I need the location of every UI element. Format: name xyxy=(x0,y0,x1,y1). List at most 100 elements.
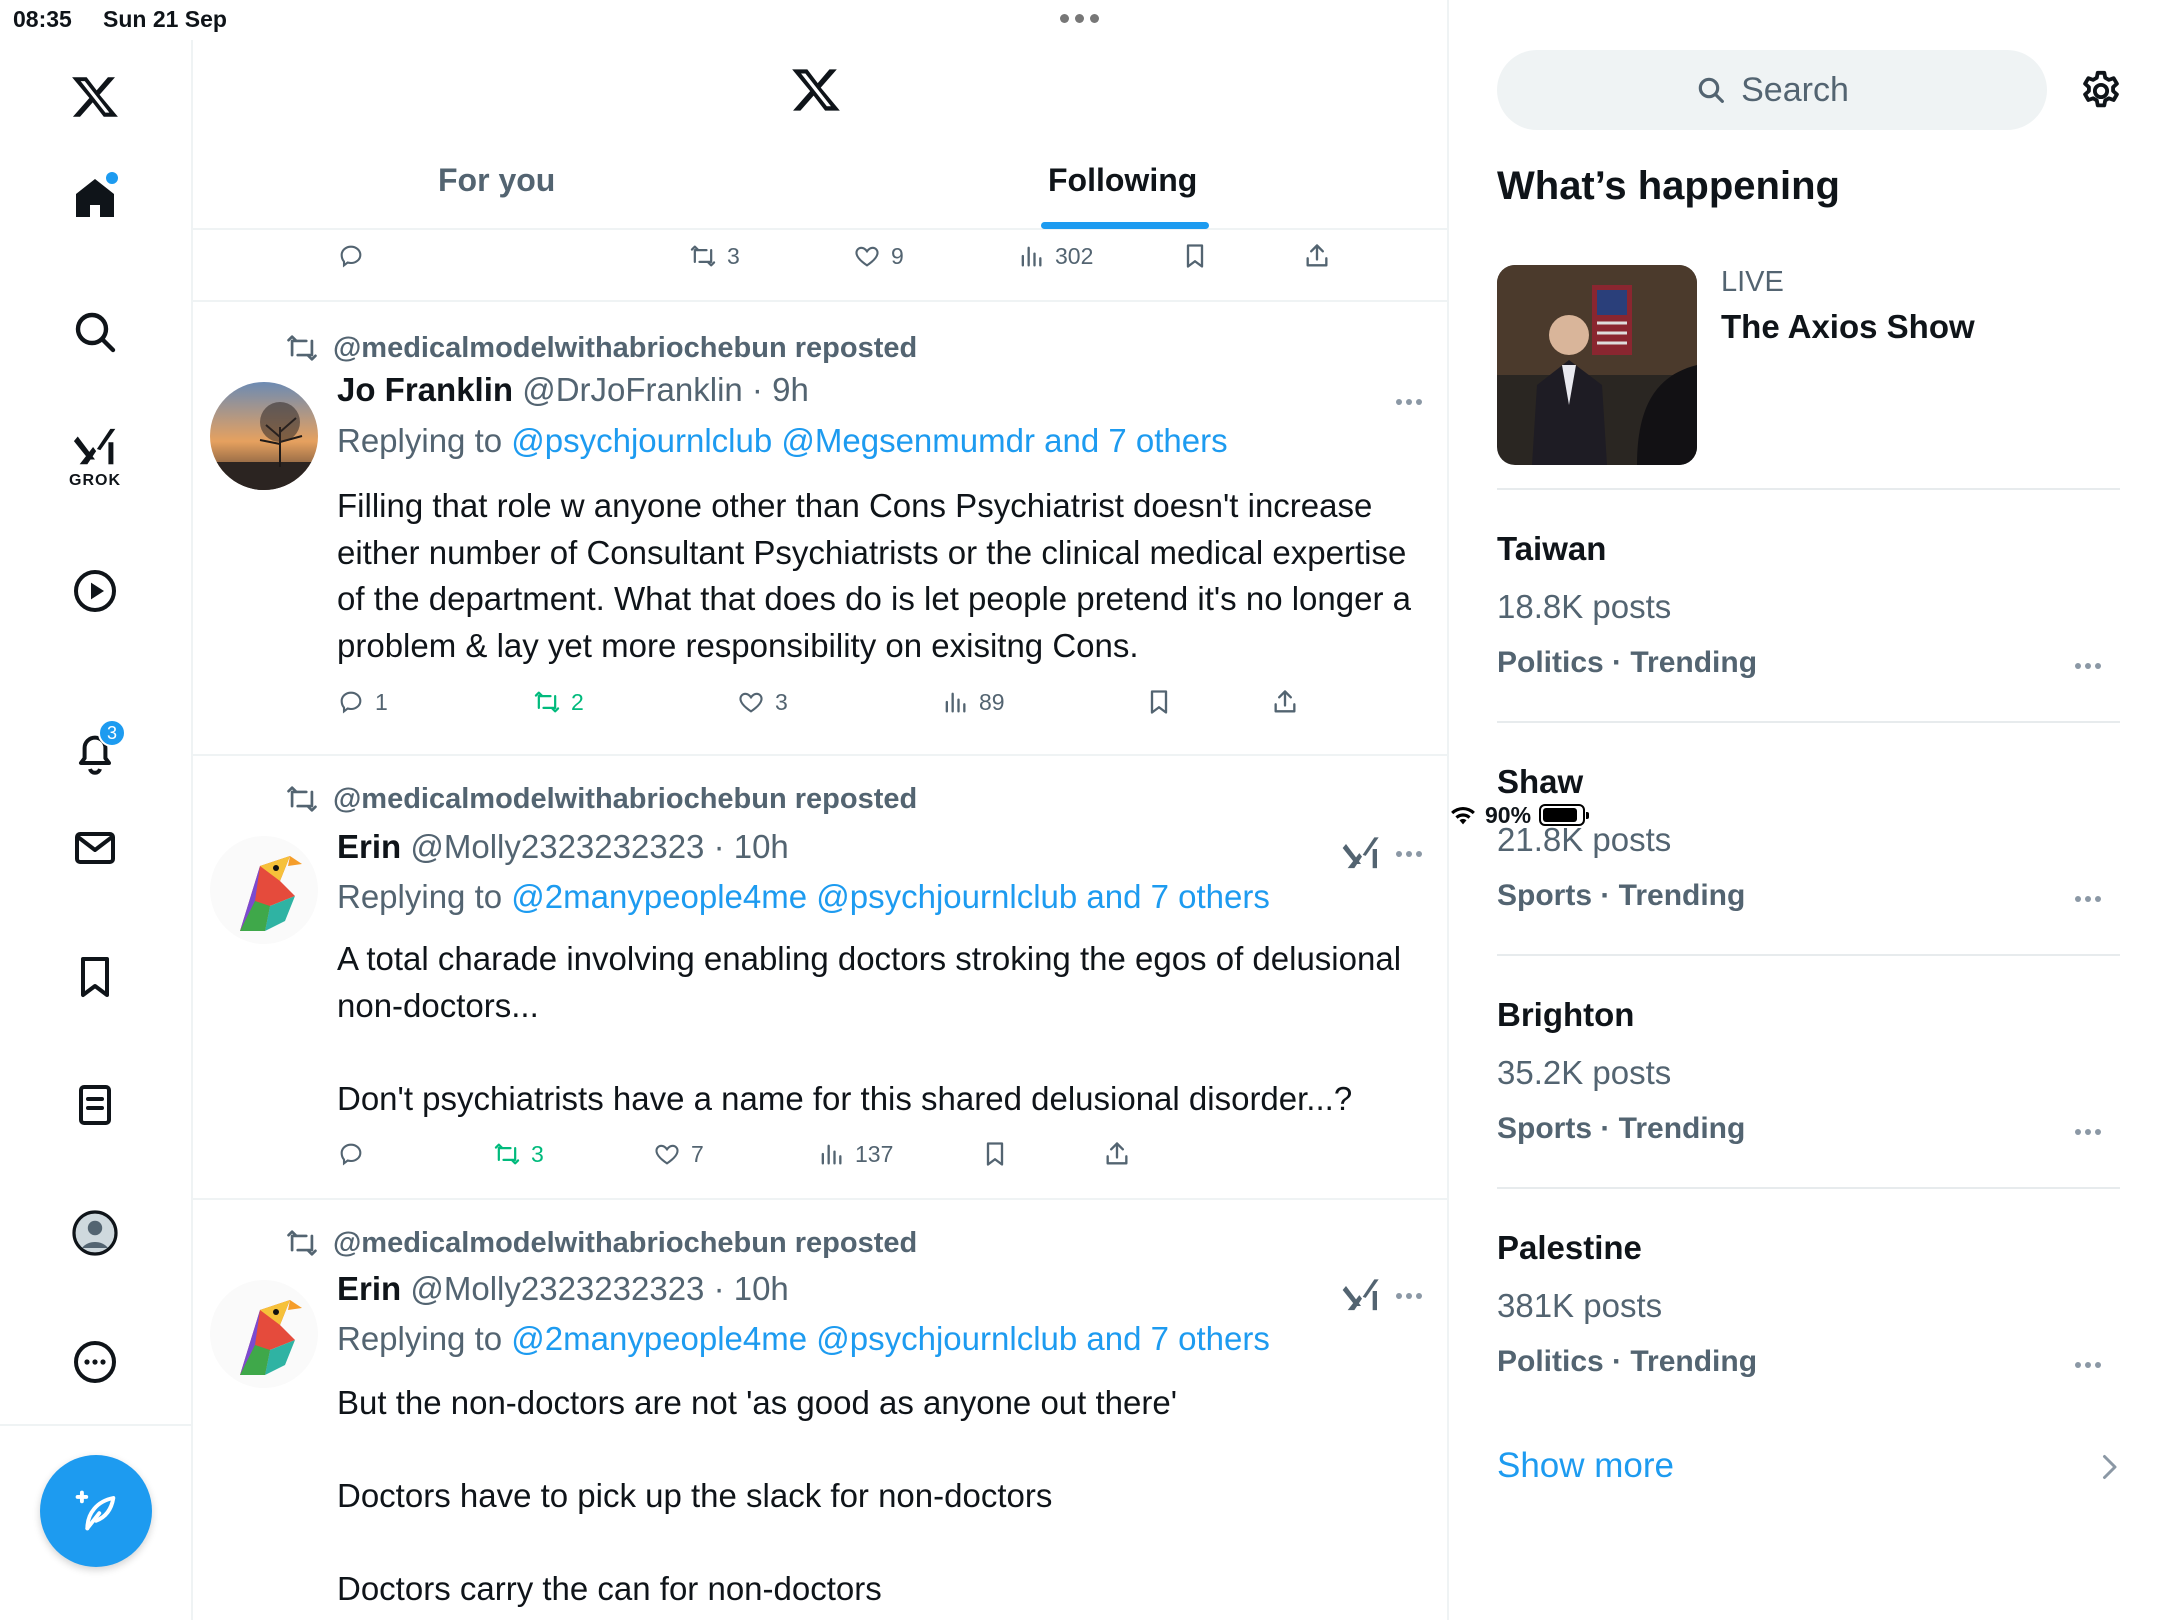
like-button[interactable]: 9 xyxy=(853,242,904,270)
compose-feather-icon xyxy=(75,1490,116,1531)
repost-button[interactable]: 3 xyxy=(689,242,740,270)
like-count: 9 xyxy=(891,242,904,269)
notifications-icon[interactable]: 3 xyxy=(62,719,128,785)
notifications-badge: 3 xyxy=(98,719,126,747)
views-button[interactable]: 302 xyxy=(1017,242,1093,270)
author-handle-time[interactable]: @DrJoFranklin · 9h xyxy=(522,371,809,408)
trend-category: Politics · Trending xyxy=(1497,646,1758,679)
trend-more-icon[interactable] xyxy=(2075,896,2101,902)
repost-icon xyxy=(285,331,319,365)
trend-name: Shaw xyxy=(1497,763,1584,800)
author-handle-time[interactable]: @Molly2323232323 · 10h xyxy=(410,828,788,865)
repost-indicator: @medicalmodelwithabriochebun reposted xyxy=(285,1226,917,1260)
share-button[interactable] xyxy=(1303,242,1331,270)
avatar[interactable] xyxy=(210,382,318,490)
tab-following[interactable]: Following xyxy=(1048,162,1197,199)
repost-button[interactable]: 3 xyxy=(493,1140,544,1168)
replying-to-mentions[interactable]: @2manypeople4me @psychjournlclub and 7 o… xyxy=(511,878,1270,915)
views-count: 137 xyxy=(855,1140,894,1167)
share-icon xyxy=(1271,688,1299,716)
bookmarks-icon[interactable] xyxy=(62,944,128,1010)
gear-icon[interactable] xyxy=(2078,68,2124,114)
author-name[interactable]: Jo Franklin xyxy=(337,371,513,408)
grok-icon[interactable]: GROK xyxy=(62,422,128,489)
replying-to-mentions[interactable]: @psychjournlclub @Megsenmumdr and 7 othe… xyxy=(511,422,1227,459)
post-erin-2[interactable]: @medicalmodelwithabriochebun reposted Er… xyxy=(193,1200,1447,1620)
bookmark-icon xyxy=(981,1140,1009,1168)
right-sidebar: Search What’s happening LIVE The Axios S… xyxy=(1449,0,2160,1620)
repost-count: 2 xyxy=(571,688,584,715)
like-button[interactable]: 3 xyxy=(737,688,788,716)
messages-icon[interactable] xyxy=(62,815,128,881)
views-button[interactable]: 89 xyxy=(941,688,1005,716)
repost-icon xyxy=(285,782,319,816)
timeline-tabs: For you Following xyxy=(193,150,1447,230)
grok-explain-icon[interactable] xyxy=(1341,834,1381,874)
repost-icon xyxy=(285,1226,319,1260)
repost-by: @medicalmodelwithabriochebun reposted xyxy=(333,331,918,364)
author-name[interactable]: Erin xyxy=(337,828,401,865)
avatar[interactable] xyxy=(210,836,318,944)
post-more-icon[interactable] xyxy=(1396,1293,1422,1299)
trend-name: Palestine xyxy=(1497,1229,1642,1266)
trend-more-icon[interactable] xyxy=(2075,1362,2101,1368)
reply-button[interactable]: 1 xyxy=(337,688,388,716)
search-icon[interactable] xyxy=(62,299,128,365)
previous-post-actions: 3 9 302 xyxy=(337,242,1337,282)
trend-more-icon[interactable] xyxy=(2075,663,2101,669)
search-input[interactable]: Search xyxy=(1497,50,2047,130)
replying-to-mentions[interactable]: @2manypeople4me @psychjournlclub and 7 o… xyxy=(511,1320,1270,1357)
compose-post-button[interactable] xyxy=(40,1455,152,1567)
replying-to: Replying to @2manypeople4me @psychjournl… xyxy=(337,878,1270,916)
repost-by: @medicalmodelwithabriochebun reposted xyxy=(333,1226,918,1259)
lists-icon[interactable] xyxy=(62,1072,128,1138)
post-actions: 1 2 3 89 xyxy=(337,688,1337,728)
like-count: 3 xyxy=(775,688,788,715)
post-header: Jo Franklin @DrJoFranklin · 9h xyxy=(337,371,809,409)
live-label: LIVE xyxy=(1721,266,1784,298)
post-text: A total charade involving enabling docto… xyxy=(337,940,1402,1117)
author-handle-time[interactable]: @Molly2323232323 · 10h xyxy=(410,1270,788,1307)
home-unread-dot xyxy=(106,172,118,184)
profile-avatar-icon[interactable] xyxy=(62,1200,128,1266)
bookmark-button[interactable] xyxy=(981,1140,1009,1168)
repost-icon xyxy=(689,242,717,270)
bookmark-button[interactable] xyxy=(1181,242,1209,270)
post-erin-1[interactable]: @medicalmodelwithabriochebun reposted Er… xyxy=(193,756,1447,1198)
reply-button[interactable] xyxy=(337,242,365,270)
tab-for-you[interactable]: For you xyxy=(438,162,555,199)
post-text: Filling that role w anyone other than Co… xyxy=(337,487,1421,664)
grok-explain-icon[interactable] xyxy=(1341,1276,1381,1316)
views-count: 89 xyxy=(979,688,1005,715)
more-options-icon[interactable] xyxy=(62,1329,128,1395)
trend-name: Taiwan xyxy=(1497,530,1607,567)
reply-icon xyxy=(337,242,365,270)
repost-button[interactable]: 2 xyxy=(533,688,584,716)
like-button[interactable]: 7 xyxy=(653,1140,704,1168)
post-jo-franklin[interactable]: @medicalmodelwithabriochebun reposted Jo… xyxy=(193,302,1447,752)
trend-category: Sports · Trending xyxy=(1497,1112,1746,1145)
views-button[interactable]: 137 xyxy=(817,1140,893,1168)
avatar[interactable] xyxy=(210,1280,318,1388)
post-more-icon[interactable] xyxy=(1396,399,1422,405)
show-more-link[interactable]: Show more xyxy=(1497,1446,1674,1486)
trend-more-icon[interactable] xyxy=(2075,1129,2101,1135)
heart-icon xyxy=(737,688,765,716)
views-icon xyxy=(1017,242,1045,270)
live-title[interactable]: The Axios Show xyxy=(1721,308,1975,346)
post-actions: 3 7 137 xyxy=(337,1140,1337,1180)
home-icon[interactable] xyxy=(62,165,128,231)
repost-indicator: @medicalmodelwithabriochebun reposted xyxy=(285,782,917,816)
author-name[interactable]: Erin xyxy=(337,1270,401,1307)
left-nav: GROK 3 xyxy=(0,40,193,1620)
video-icon[interactable] xyxy=(62,558,128,624)
live-thumbnail[interactable] xyxy=(1497,265,1697,465)
trend-divider xyxy=(1497,721,2120,723)
share-button[interactable] xyxy=(1103,1140,1131,1168)
x-logo-icon[interactable] xyxy=(62,64,128,130)
share-button[interactable] xyxy=(1271,688,1299,716)
post-more-icon[interactable] xyxy=(1396,851,1422,857)
bookmark-button[interactable] xyxy=(1145,688,1173,716)
post-text: But the non-doctors are not 'as good as … xyxy=(337,1384,1178,1607)
reply-button[interactable] xyxy=(337,1140,365,1168)
